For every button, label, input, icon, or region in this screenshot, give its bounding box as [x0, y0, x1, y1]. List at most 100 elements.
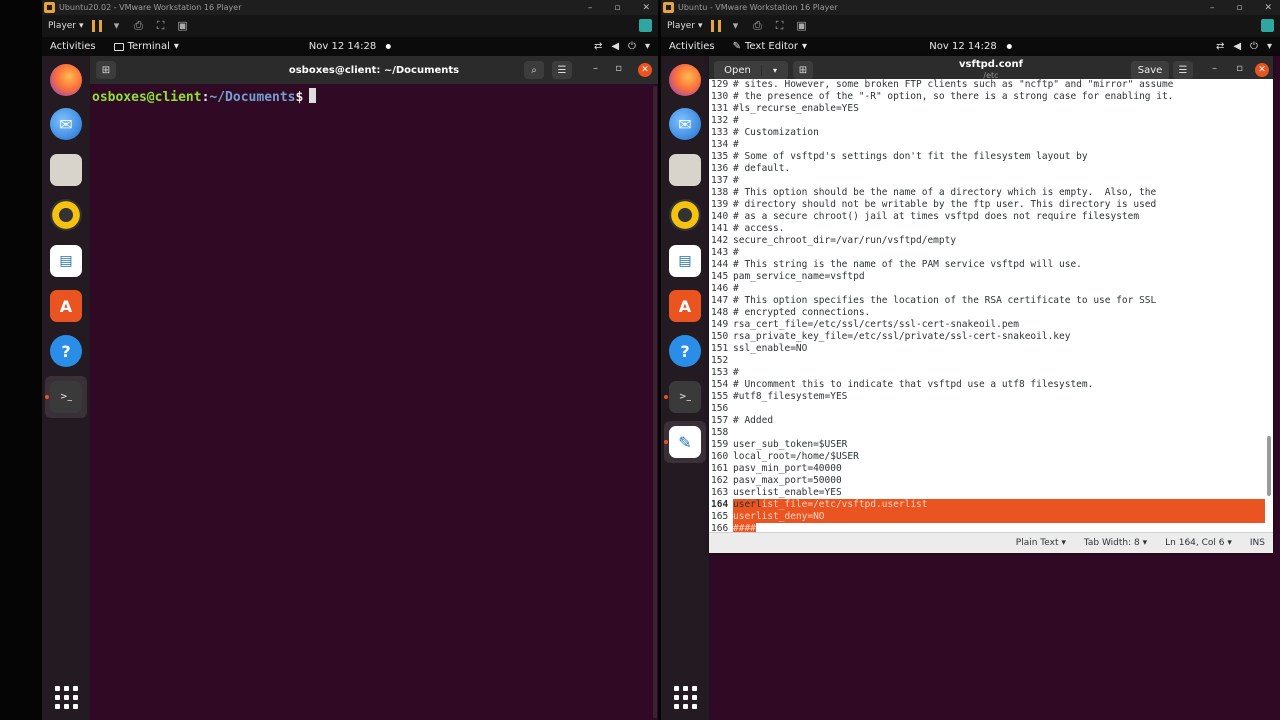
help-icon[interactable]: ? [50, 335, 82, 367]
writer-icon[interactable]: ▤ [50, 245, 82, 277]
editor-scrollbar[interactable] [1267, 96, 1271, 536]
language-selector[interactable]: Plain Text ▾ [1016, 538, 1066, 548]
editor-line: 161 pasv_min_port=40000 [709, 463, 1273, 475]
unity-icon[interactable]: ▣ [795, 20, 809, 32]
pause-icon[interactable] [710, 20, 721, 32]
editor-statusbar: Plain Text ▾ Tab Width: 8 ▾ Ln 164, Col … [709, 532, 1273, 553]
app-menu[interactable]: ✎ Text Editor ▾ [733, 41, 807, 52]
line-text: # This option specifies the location of … [733, 295, 1157, 306]
editor-line: 162 pasv_max_port=50000 [709, 475, 1273, 487]
thunderbird-icon[interactable]: ✉ [669, 108, 701, 140]
line-number: 137 [711, 175, 729, 186]
editor-line: 149 rsa_cert_file=/etc/ssl/certs/ssl-cert… [709, 319, 1273, 331]
editor-line: 153 # [709, 367, 1273, 379]
pause-icon[interactable] [91, 20, 102, 32]
player-menu[interactable]: Player ▾ [48, 21, 84, 31]
software-icon[interactable]: A [669, 290, 701, 322]
line-number: 132 [711, 115, 729, 126]
help-icon[interactable]: ? [669, 335, 701, 367]
network-icon: ⇄ [593, 41, 603, 52]
menu-button[interactable]: ☰ [1173, 61, 1193, 79]
editor-line: 157 # Added [709, 415, 1273, 427]
app-menu[interactable]: Terminal ▾ [113, 41, 179, 52]
power-icon: ⏻ [628, 41, 636, 52]
line-number: 149 [711, 319, 729, 330]
terminal-icon[interactable]: >_ [50, 381, 82, 413]
notification-dot [386, 44, 392, 49]
minimize-icon[interactable]: – [588, 3, 593, 13]
cursor-position[interactable]: Ln 164, Col 6 ▾ [1165, 538, 1232, 548]
unity-icon[interactable]: ▣ [176, 20, 190, 32]
firefox-icon[interactable] [50, 64, 82, 96]
close-icon[interactable]: ✕ [1264, 3, 1272, 13]
close-button[interactable]: ✕ [1255, 63, 1269, 77]
rhythmbox-icon[interactable] [669, 199, 701, 231]
software-icon[interactable]: A [50, 290, 82, 322]
menu-button[interactable]: ☰ [552, 61, 572, 79]
files-icon[interactable] [50, 154, 82, 186]
terminal-scrollbar[interactable] [653, 86, 657, 718]
editor-text-area[interactable]: 129 # sites. However, some broken FTP cli… [709, 79, 1273, 532]
clock[interactable]: Nov 12 14:28 [309, 41, 392, 52]
editor-line: 131 #ls_recurse_enable=YES [709, 103, 1273, 115]
line-number: 155 [711, 391, 729, 402]
show-applications-icon[interactable] [674, 686, 697, 709]
terminal-output[interactable]: osboxes@client:~/Documents$ [90, 84, 658, 720]
line-number: 142 [711, 235, 729, 246]
editor-line: 150 rsa_private_key_file=/etc/ssl/private… [709, 331, 1273, 343]
text-editor-icon[interactable]: ✎ [669, 426, 701, 458]
restore-button[interactable]: ▫ [1236, 63, 1243, 74]
gnome-top-bar: Activities Terminal ▾ Nov 12 14:28 ⇄ ◀ ⏻ … [42, 37, 658, 56]
firefox-icon[interactable] [669, 64, 701, 96]
send-ctrl-alt-del-icon[interactable]: ⎙ [132, 20, 146, 32]
close-button[interactable]: ✕ [638, 63, 652, 77]
library-icon[interactable] [1261, 19, 1274, 32]
fullscreen-icon[interactable]: ⛶ [154, 20, 168, 32]
save-button[interactable]: Save [1131, 61, 1169, 80]
maximize-icon[interactable]: ▫ [614, 3, 620, 13]
library-icon[interactable] [639, 19, 652, 32]
line-text: # directory should not be writable by th… [733, 199, 1157, 210]
editor-line: 163 userlist_enable=YES [709, 487, 1273, 499]
terminal-title: osboxes@client: ~/Documents [288, 64, 460, 76]
player-menu[interactable]: Player ▾ [667, 21, 703, 31]
files-icon[interactable] [669, 154, 701, 186]
new-tab-button[interactable]: ⊞ [96, 61, 116, 79]
system-menu[interactable]: ⇄ ◀ ⏻ ▾ [594, 37, 650, 56]
rhythmbox-icon[interactable] [50, 199, 82, 231]
line-text: # the presence of the "-R" option, so th… [733, 91, 1174, 102]
minimize-icon[interactable]: – [1210, 3, 1215, 13]
terminal-icon[interactable]: >_ [669, 381, 701, 413]
line-number: 138 [711, 187, 729, 198]
search-button[interactable]: ⌕ [524, 61, 544, 79]
line-number: 153 [711, 367, 729, 378]
power-icon: ⏻ [1250, 41, 1258, 52]
restore-button[interactable]: ▫ [615, 63, 622, 74]
editor-line: 130 # the presence of the "-R" option, so… [709, 91, 1273, 103]
prompt-user: osboxes@client [92, 90, 202, 105]
close-icon[interactable]: ✕ [642, 3, 650, 13]
activities-button[interactable]: Activities [50, 41, 96, 52]
line-text: local_root=/home/$USER [733, 451, 859, 462]
thunderbird-icon[interactable]: ✉ [50, 108, 82, 140]
editor-line: 152 [709, 355, 1273, 367]
vm-window-title: Ubuntu - VMware Workstation 16 Player [678, 3, 838, 12]
network-icon: ⇄ [1215, 41, 1225, 52]
show-applications-icon[interactable] [55, 686, 78, 709]
fullscreen-icon[interactable]: ⛶ [773, 20, 787, 32]
line-number: 161 [711, 463, 729, 474]
dropdown-icon[interactable]: ▾ [729, 20, 743, 32]
line-number: 146 [711, 283, 729, 294]
minimize-button[interactable]: – [593, 63, 598, 74]
activities-button[interactable]: Activities [669, 41, 715, 52]
dropdown-icon[interactable]: ▾ [110, 20, 124, 32]
tab-width-selector[interactable]: Tab Width: 8 ▾ [1084, 538, 1147, 548]
minimize-button[interactable]: – [1212, 63, 1217, 74]
scrollbar-thumb[interactable] [1267, 436, 1271, 496]
clock[interactable]: Nov 12 14:28 [929, 41, 1012, 52]
maximize-icon[interactable]: ▫ [1236, 3, 1242, 13]
system-menu[interactable]: ⇄ ◀ ⏻ ▾ [1216, 37, 1272, 56]
writer-icon[interactable]: ▤ [669, 245, 701, 277]
send-ctrl-alt-del-icon[interactable]: ⎙ [751, 20, 765, 32]
notification-dot [1006, 44, 1012, 49]
